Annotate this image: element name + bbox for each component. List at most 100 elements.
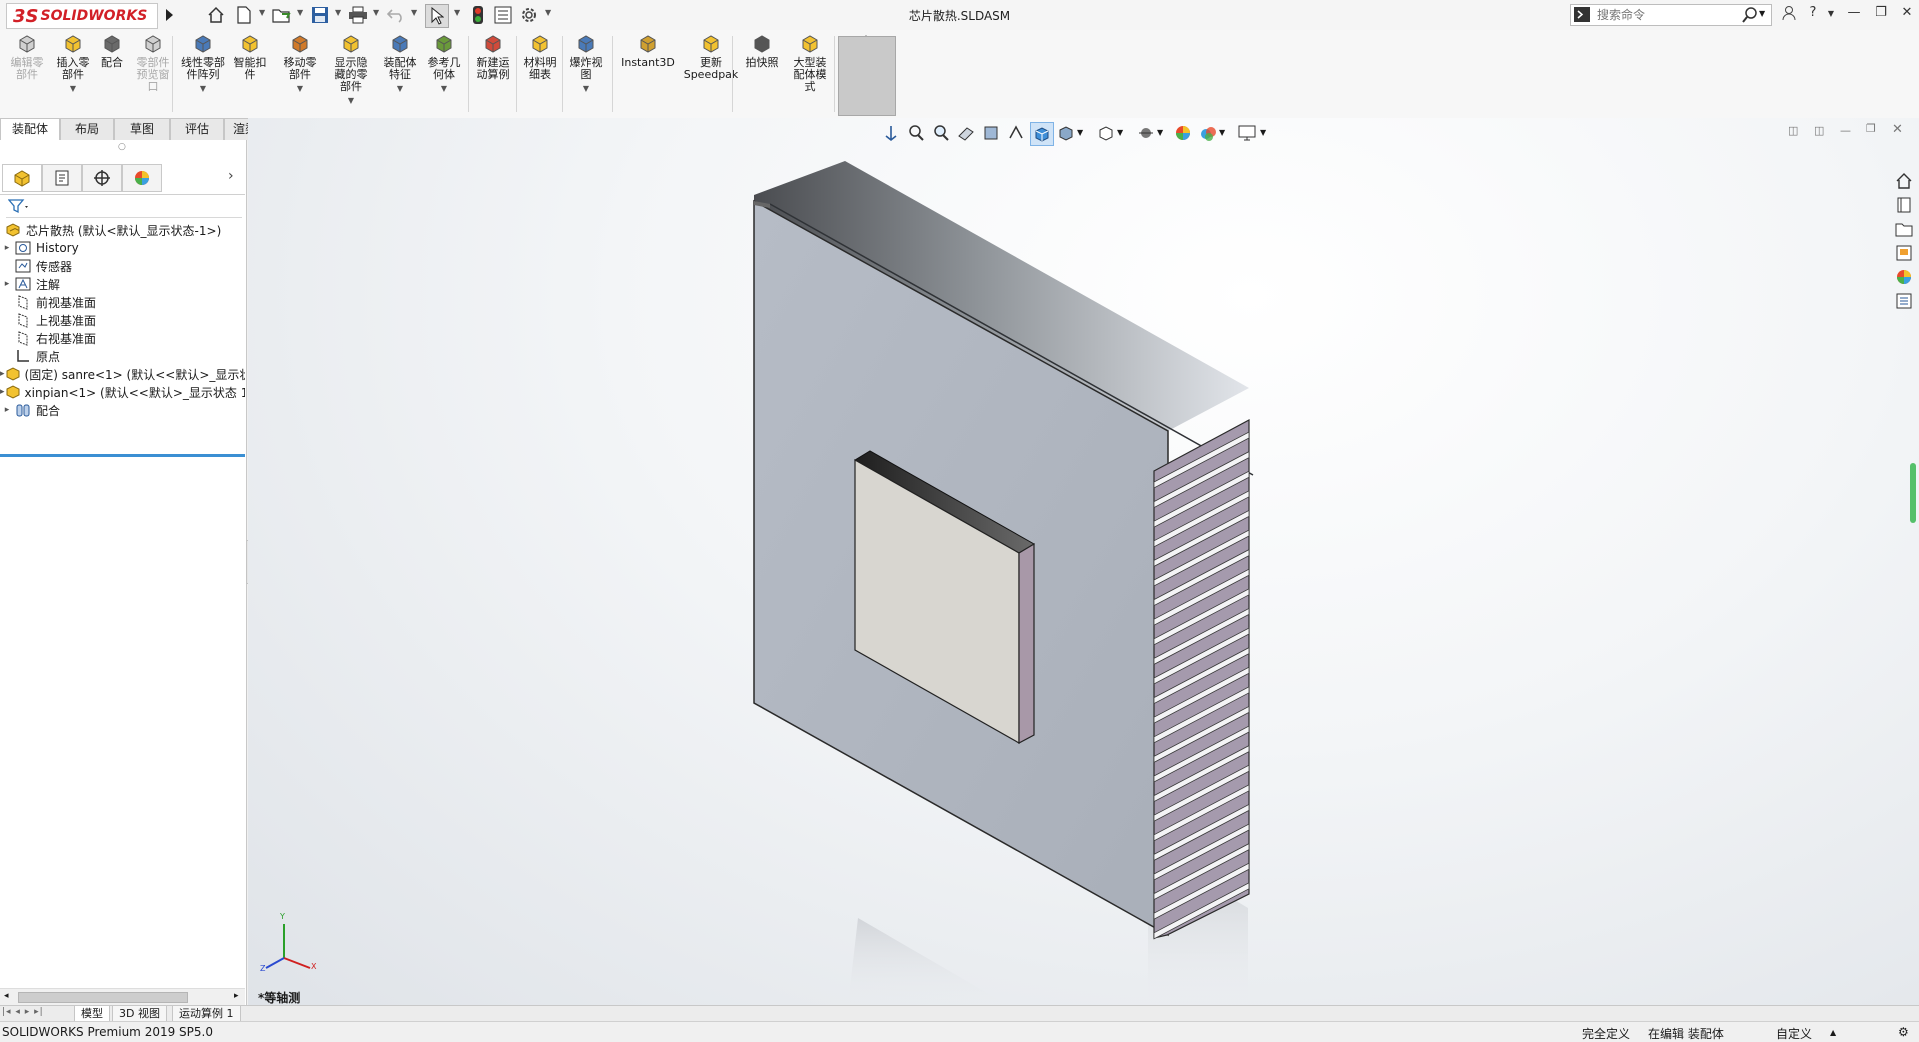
propertymanager-tab-icon[interactable]: [42, 164, 82, 192]
ribbon-dropdown-icon[interactable]: ▼: [200, 83, 206, 95]
edit-appearance-icon[interactable]: [1135, 122, 1157, 144]
view-orientation-icon[interactable]: [1030, 122, 1054, 146]
options-gear-icon[interactable]: [518, 4, 540, 26]
displaymanager-tab-icon[interactable]: [122, 164, 162, 192]
new-document-icon[interactable]: [233, 4, 255, 26]
ribbon-button-14[interactable]: 更新 Speedpak: [684, 34, 738, 114]
configurationmanager-tab-icon[interactable]: [82, 164, 122, 192]
ribbon-button-7[interactable]: 显示隐 藏的零 部件 ▼: [330, 34, 372, 114]
command-tab-3[interactable]: 评估: [170, 118, 224, 140]
command-tab-0[interactable]: 装配体: [0, 118, 60, 140]
monitor-dropdown-icon[interactable]: ▼: [1260, 128, 1266, 137]
ribbon-button-11[interactable]: 材料明 细表: [520, 34, 560, 114]
ribbon-button-15[interactable]: 拍快照: [744, 34, 780, 114]
dynamic-annotation-icon[interactable]: [980, 122, 1002, 144]
filter-icon[interactable]: [7, 198, 30, 217]
home-icon[interactable]: [205, 4, 227, 26]
save-dropdown-icon[interactable]: ▼: [335, 8, 341, 17]
save-icon[interactable]: [309, 4, 331, 26]
ribbon-dropdown-icon[interactable]: ▼: [441, 83, 447, 95]
print-dropdown-icon[interactable]: ▼: [373, 8, 379, 17]
menu-expand-icon[interactable]: [158, 4, 180, 26]
tree-item-7[interactable]: ▸(固定) sanre<1> (默认<<默认>_显示状态 1>): [0, 364, 245, 384]
expand-arrow-icon[interactable]: ▸: [0, 243, 14, 253]
bottom-tab-0[interactable]: 模型: [74, 1006, 110, 1022]
restore-icon[interactable]: ❐: [1870, 5, 1892, 25]
ribbon-button-13[interactable]: Instant3D: [618, 34, 678, 114]
search-dropdown-icon[interactable]: ▼: [1759, 9, 1765, 18]
apply-scene-icon[interactable]: [1172, 122, 1194, 144]
bottom-tab-1[interactable]: 3D 视图: [112, 1006, 167, 1022]
hide-show-dropdown-icon[interactable]: ▼: [1117, 128, 1123, 137]
select-dropdown-icon[interactable]: ▼: [454, 8, 460, 17]
appearances-icon[interactable]: [1893, 266, 1915, 288]
ribbon-button-10[interactable]: 新建运 动算例: [472, 34, 514, 114]
ribbon-button-4[interactable]: 线性零部 件阵列 ▼: [178, 34, 228, 114]
ribbon-button-2[interactable]: 配合: [98, 34, 126, 114]
ribbon-button-12[interactable]: 爆炸视图 ▼: [566, 34, 606, 114]
custom-properties-icon[interactable]: [1893, 290, 1915, 312]
command-tab-2[interactable]: 草图: [114, 118, 170, 140]
tree-item-6[interactable]: 原点: [0, 346, 245, 366]
ribbon-button-0[interactable]: 编辑零 部件: [8, 34, 46, 114]
previous-view-icon[interactable]: [880, 122, 902, 144]
viewport-scroll-indicator[interactable]: [1910, 463, 1916, 523]
solidworks-logo[interactable]: 3S SOLIDWORKS: [6, 3, 158, 29]
ribbon-button-6[interactable]: 移动零 部件 ▼: [280, 34, 320, 114]
tree-item-0[interactable]: ▸ History: [0, 238, 245, 258]
zoom-to-fit-icon[interactable]: [905, 122, 927, 144]
user-icon[interactable]: [1778, 5, 1800, 25]
display-style-dropdown-icon[interactable]: ▼: [1077, 128, 1083, 137]
scroll-left-icon[interactable]: ◂: [4, 991, 9, 1001]
panel-expand-chevron-icon[interactable]: ›: [228, 168, 234, 184]
select-icon[interactable]: [425, 4, 449, 28]
scroll-right-icon[interactable]: ▸: [234, 991, 239, 1001]
solidworks-resources-icon[interactable]: [1893, 170, 1915, 192]
expand-arrow-icon[interactable]: ▸: [0, 405, 14, 415]
ribbon-button-3[interactable]: 零部件 预览窗口: [134, 34, 172, 114]
rollback-bar[interactable]: [0, 454, 245, 457]
realview-scene-icon[interactable]: [1197, 122, 1219, 144]
ribbon-dropdown-icon[interactable]: ▼: [348, 95, 354, 107]
ribbon-button-9[interactable]: 参考几 何体 ▼: [424, 34, 464, 114]
status-units-dropdown-icon[interactable]: ▲: [1830, 1028, 1836, 1037]
graphics-area[interactable]: Y X Z *等轴测 ◫ ◫ — ❐ ✕: [248, 118, 1919, 1005]
status-settings-icon[interactable]: ⚙: [1898, 1025, 1909, 1039]
section-view-icon[interactable]: [955, 122, 977, 144]
search-input[interactable]: [1595, 6, 1749, 24]
tree-item-9[interactable]: ▸ 配合: [0, 400, 245, 420]
viewport-close-icon[interactable]: ✕: [1892, 122, 1903, 137]
ribbon-dropdown-icon[interactable]: ▼: [70, 83, 76, 95]
tree-horizontal-scrollbar[interactable]: ◂ ▸: [0, 988, 245, 1005]
new-dropdown-icon[interactable]: ▼: [259, 8, 265, 17]
rebuild-icon[interactable]: [467, 4, 489, 26]
design-library-icon[interactable]: [1893, 194, 1915, 216]
display-style-icon[interactable]: [1055, 122, 1077, 144]
open-icon[interactable]: [271, 4, 293, 26]
scroll-thumb[interactable]: [18, 992, 188, 1003]
print-icon[interactable]: [347, 4, 369, 26]
status-units[interactable]: 自定义: [1776, 1025, 1812, 1042]
search-icon[interactable]: [1741, 6, 1759, 27]
minimize-icon[interactable]: —: [1843, 5, 1865, 25]
undo-dropdown-icon[interactable]: ▼: [411, 8, 417, 17]
viewport-next-icon[interactable]: ◫: [1814, 124, 1824, 137]
ribbon-button-8[interactable]: 装配体 特征 ▼: [380, 34, 420, 114]
tree-item-8[interactable]: ▸ xinpian<1> (默认<<默认>_显示状态 1>): [0, 382, 245, 402]
ribbon-button-16[interactable]: 大型装 配体模式: [788, 34, 832, 114]
command-tab-1[interactable]: 布局: [60, 118, 114, 140]
tree-item-2[interactable]: ▸ 注解: [0, 274, 245, 294]
file-properties-icon[interactable]: [492, 4, 514, 26]
panel-grip-icon[interactable]: ○: [118, 142, 126, 152]
tree-item-1[interactable]: 传感器: [0, 256, 245, 276]
zoom-to-area-icon[interactable]: [930, 122, 952, 144]
view-settings-icon[interactable]: [1005, 122, 1027, 144]
hide-show-items-icon[interactable]: [1095, 122, 1117, 144]
ribbon-dropdown-icon[interactable]: ▼: [583, 83, 589, 95]
bottom-tab-2[interactable]: 运动算例 1: [172, 1006, 241, 1022]
options-dropdown-icon[interactable]: ▼: [545, 8, 551, 17]
help-dropdown-icon[interactable]: ▼: [1820, 9, 1842, 29]
view-palette-icon[interactable]: [1893, 242, 1915, 264]
scene-dropdown-icon[interactable]: ▼: [1219, 128, 1225, 137]
search-command-icon[interactable]: [1574, 7, 1590, 25]
